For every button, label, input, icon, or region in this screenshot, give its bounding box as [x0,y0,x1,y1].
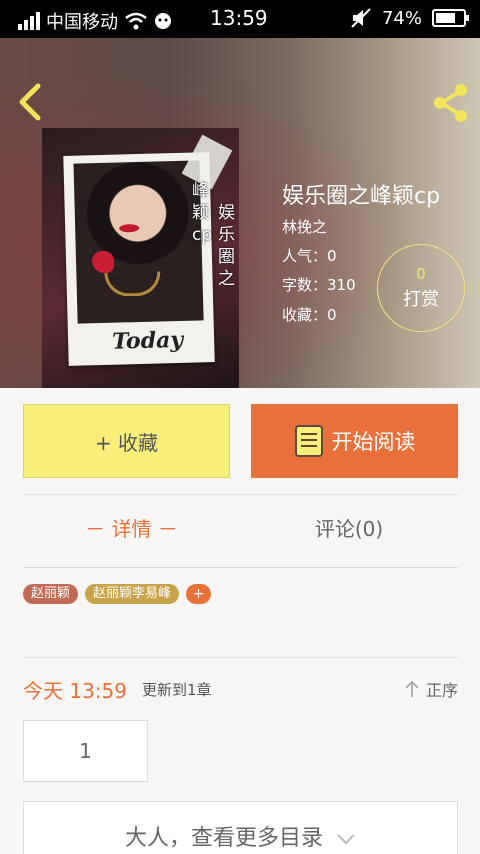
more-catalog-button[interactable]: 大人，查看更多目录 [23,801,458,854]
status-right: 74% [350,7,469,29]
book-icon [294,425,323,457]
status-time: 13:59 [210,6,268,30]
start-reading-label: 开始阅读 [331,430,416,454]
sort-label: 正序 [425,681,458,700]
mute-icon [351,8,371,28]
wifi-icon [125,12,147,30]
tip-button[interactable]: 0 打赏 [377,244,465,332]
cover-caption: Today [111,326,184,355]
book-author[interactable]: 林挽之 [282,216,327,237]
notification-icon [155,13,171,29]
add-tag-button[interactable]: + [186,584,212,604]
start-reading-button[interactable]: 开始阅读 [251,404,458,478]
update-time: 今天 13:59 [23,679,127,703]
status-left: 中国移动 [18,8,172,34]
divider [23,567,458,568]
favorites-stat: 收藏：0 [282,306,337,324]
update-note: 更新到1章 [142,681,212,699]
update-row: 今天 13:59 更新到1章 正序 [23,673,458,703]
divider [23,657,458,658]
tab-detail[interactable]: － 详情 － [23,513,240,542]
battery-fill [436,13,456,23]
arrow-up-icon [405,680,419,697]
book-cover[interactable]: Today 峰颖cp 娱乐圈之 [42,128,239,388]
sort-button[interactable]: 正序 [404,677,458,701]
tag-list: 赵丽颖 赵丽颖李易峰 + [23,584,212,604]
tag-item[interactable]: 赵丽颖李易峰 [85,584,180,604]
status-bar: 中国移动 13:59 74% [0,0,480,38]
battery-percent: 74% [381,7,422,29]
book-title: 娱乐圈之峰颖cp [282,184,441,209]
tag-item[interactable]: 赵丽颖 [23,584,79,604]
chevron-down-icon [337,834,355,845]
share-button[interactable] [430,82,472,124]
popularity-stat: 人气：0 [282,247,337,265]
cover-rose [91,250,115,274]
chapter-item[interactable]: 1 [23,720,148,782]
collect-label: + 收藏 [94,430,159,455]
tip-label: 打赏 [403,289,439,310]
more-catalog-label: 大人，查看更多目录 [124,826,323,851]
back-button[interactable] [12,82,48,122]
cover-photo [73,160,204,324]
battery-icon [432,9,469,27]
cover-text-a: 峰颖cp [192,181,213,245]
share-icon [434,84,467,122]
book-header: Today 峰颖cp 娱乐圈之 娱乐圈之峰颖cp 林挽之 人气：0 字数：310… [0,38,480,388]
tip-count: 0 [416,265,426,283]
chevron-left-icon [19,83,41,121]
carrier-label: 中国移动 [46,12,118,33]
divider [23,494,458,495]
cover-text-b: 娱乐圈之 [218,203,235,289]
tab-comments[interactable]: 评论(0) [240,513,458,542]
word-count-stat: 字数：310 [282,276,356,294]
collect-button[interactable]: + 收藏 [23,404,230,478]
signal-icon [18,12,40,30]
